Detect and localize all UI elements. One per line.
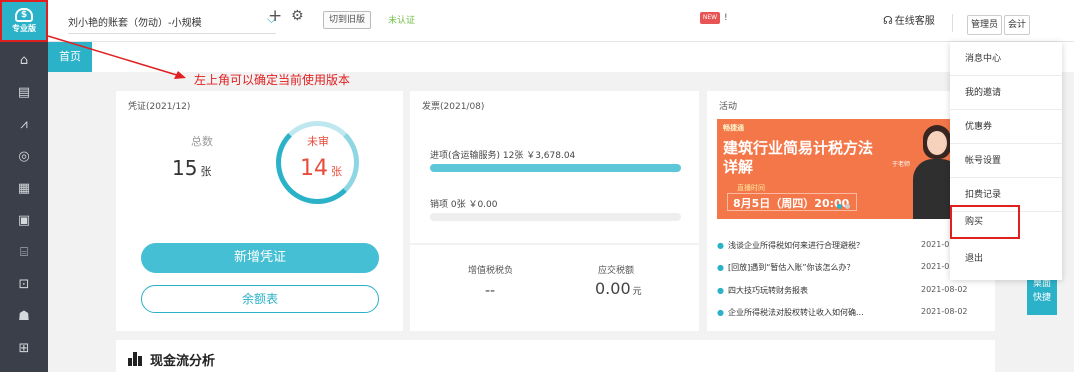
- tax-payable-unit: 元: [632, 287, 642, 297]
- account-name: 刘小艳的账套（勿动）-小规模: [68, 18, 202, 29]
- banner-headline: 建筑行业简易计税方法详解: [723, 139, 874, 176]
- asset-icon[interactable]: ⌸: [0, 238, 48, 266]
- total-value: 15: [172, 156, 198, 180]
- cash-flow-title: 现金流分析: [150, 354, 216, 369]
- total-count[interactable]: 15 张: [172, 156, 211, 180]
- shortcut-label-2: 快捷: [1032, 293, 1051, 303]
- user-dropdown-menu: 消息中心 我的邀请 优惠券 帐号设置 扣费记录 购买 退出: [950, 42, 1062, 280]
- input-invoice-summary[interactable]: 进项(含运输服务) 12张 ￥3,678.04: [430, 148, 575, 161]
- news-item[interactable]: ● 四大技巧玩转财务报表 2021-08-02: [717, 285, 987, 296]
- news-date: 2021-0: [921, 240, 950, 249]
- ledger-icon[interactable]: ▦: [0, 174, 48, 202]
- annotation-text: 左上角可以确定当前使用版本: [194, 73, 351, 87]
- settings-icon[interactable]: ⊞: [0, 334, 48, 362]
- account-selector[interactable]: 刘小艳的账套（勿动）-小规模 ⌵: [68, 10, 276, 34]
- activity-title: 活动: [719, 102, 738, 112]
- role-admin-button[interactable]: 管理员: [967, 15, 1003, 35]
- headset-icon: ☊: [883, 14, 893, 27]
- tax-icon[interactable]: ◎: [0, 142, 48, 170]
- vat-burden-value: --: [485, 283, 496, 299]
- menu-item-purchase[interactable]: 购买: [950, 205, 1020, 239]
- output-invoice-bar: [430, 213, 681, 221]
- cashier-icon[interactable]: ⊡: [0, 270, 48, 298]
- banner-brand: 畅捷通: [723, 124, 744, 132]
- news-item[interactable]: ● 企业所得税法对股权转让收入如何确... 2021-08-02: [717, 307, 987, 318]
- activity-banner[interactable]: 畅捷通 建筑行业简易计税方法详解 直播时间 8月5日（周四）20:00 于老师: [717, 119, 985, 219]
- divider: [952, 14, 953, 32]
- news-title: 企业所得税法对股权转让收入如何确...: [727, 308, 864, 317]
- total-label: 总数: [191, 135, 213, 148]
- message-new-icon[interactable]: NEW: [700, 12, 720, 24]
- menu-item-invitations[interactable]: 我的邀请: [950, 76, 1062, 110]
- report-icon[interactable]: ▣: [0, 206, 48, 234]
- payroll-icon[interactable]: ☗: [0, 302, 48, 330]
- tax-payable-value: 0.00 元: [595, 279, 642, 298]
- version-badge[interactable]: $ 专业版: [0, 0, 48, 42]
- role-accountant-button[interactable]: 会计: [1004, 15, 1031, 35]
- news-item[interactable]: ● [回放]遇到“暂估入账”你该怎么办？ 2021-0: [717, 262, 987, 273]
- news-date: 2021-0: [921, 262, 950, 271]
- banner-speaker: 于老师: [892, 161, 911, 168]
- voucher-title: 凭证(2021/12): [128, 102, 191, 112]
- tax-card: 增值税税负 -- 应交税额 0.00 元: [410, 245, 699, 331]
- version-label: 专业版: [12, 24, 36, 33]
- news-title: [回放]遇到“暂估入账”你该怎么办？: [727, 263, 855, 272]
- news-date: 2021-08-02: [921, 307, 968, 316]
- banner-date: 8月5日（周四）20:00: [733, 197, 850, 210]
- invoice-title: 发票(2021/08): [422, 102, 485, 112]
- online-service-link[interactable]: ☊ 在线客服: [883, 12, 935, 27]
- balance-sheet-button[interactable]: 余额表: [141, 285, 379, 313]
- home-icon[interactable]: ⌂: [0, 46, 48, 74]
- unaudited-label: 未审: [307, 135, 329, 148]
- unaudited-value: 14: [300, 156, 328, 181]
- news-title: 四大技巧玩转财务报表: [727, 286, 808, 295]
- unaudited-count[interactable]: 14 张: [300, 156, 342, 181]
- menu-item-messages[interactable]: 消息中心: [950, 42, 1062, 76]
- verification-status[interactable]: 未认证: [388, 13, 415, 26]
- banner-pagination[interactable]: [837, 204, 850, 209]
- switch-old-version-button[interactable]: 切到旧版: [323, 11, 372, 29]
- banner-live-label: 直播时间: [737, 184, 765, 192]
- menu-item-logout[interactable]: 退出: [950, 242, 1062, 276]
- add-account-icon[interactable]: +: [268, 6, 282, 26]
- invoice-card: 发票(2021/08) 进项(含运输服务) 12张 ￥3,678.04 销项 0…: [410, 91, 699, 243]
- gear-icon[interactable]: ⚙: [291, 8, 304, 24]
- unaudited-unit: 张: [331, 165, 342, 178]
- voucher-card: 凭证(2021/12) 总数 15 张 未审 14 张 新增凭证 余额表: [116, 91, 403, 331]
- vat-burden-label: 增值税税负: [468, 266, 514, 276]
- online-service-label: 在线客服: [894, 16, 935, 27]
- chart-icon[interactable]: ⩘: [0, 110, 48, 138]
- menu-item-account-settings[interactable]: 帐号设置: [950, 144, 1062, 178]
- message-notice[interactable]: !: [724, 13, 728, 23]
- new-voucher-button[interactable]: 新增凭证: [141, 243, 379, 273]
- total-unit: 张: [200, 165, 212, 178]
- tab-bar: 首页: [48, 42, 1074, 72]
- top-bar: 刘小艳的账套（勿动）-小规模 ⌵ + ⚙ 切到旧版 未认证 NEW ! ☊ 在线客…: [48, 0, 1074, 42]
- menu-item-coupons[interactable]: 优惠券: [950, 110, 1062, 144]
- sidebar: $ 专业版 ⌂ ▤ ⩘ ◎ ▦ ▣ ⌸ ⊡ ☗ ⊞: [0, 0, 48, 372]
- news-title: 浅谈企业所得税如何来进行合理避税？: [727, 241, 864, 250]
- tax-payable-label: 应交税额: [598, 266, 635, 276]
- tab-home[interactable]: 首页: [48, 42, 92, 72]
- news-item[interactable]: ● 浅谈企业所得税如何来进行合理避税？ 2021-0: [717, 240, 987, 251]
- output-invoice-summary[interactable]: 销项 0张 ￥0.00: [430, 197, 498, 210]
- voucher-icon[interactable]: ▤: [0, 78, 48, 106]
- input-invoice-bar: [430, 164, 681, 172]
- bar-chart-icon: [128, 352, 142, 366]
- tax-payable-amount: 0.00: [595, 279, 631, 298]
- news-date: 2021-08-02: [921, 285, 968, 294]
- cloud-logo-icon: $: [15, 8, 33, 22]
- cash-flow-card: 现金流分析: [116, 340, 995, 372]
